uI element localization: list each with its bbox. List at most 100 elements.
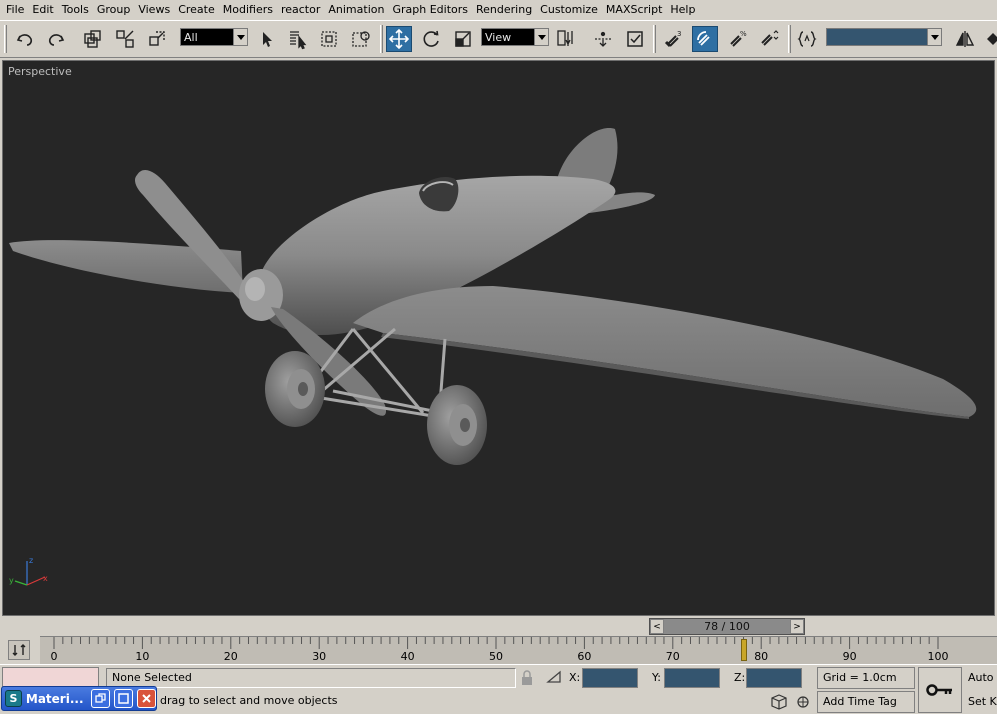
lock-selection-icon[interactable] — [520, 670, 534, 689]
object-color-swatch[interactable] — [2, 667, 99, 687]
next-frame-button[interactable]: > — [790, 619, 804, 634]
curve-editor-icon — [12, 644, 26, 656]
z-coordinate-field[interactable] — [746, 668, 802, 688]
prev-frame-button[interactable]: < — [650, 619, 664, 634]
y-coord-label: Y: — [652, 671, 661, 684]
bind-to-space-warp-button[interactable] — [144, 26, 170, 52]
viewport-label[interactable]: Perspective — [8, 65, 72, 78]
align-button[interactable] — [980, 26, 997, 52]
minimized-window-title: Materi... — [25, 691, 84, 706]
select-and-move-button[interactable] — [386, 26, 412, 52]
selection-filter-value: All — [184, 30, 198, 44]
menu-graph-editors[interactable]: Graph Editors — [388, 0, 472, 20]
svg-text:3: 3 — [677, 30, 681, 38]
current-time-marker[interactable] — [740, 639, 747, 661]
restore-icon — [95, 693, 106, 703]
reference-coordinate-value: View — [485, 30, 512, 44]
window-crossing-button[interactable] — [348, 26, 374, 52]
add-time-tag[interactable]: Add Time Tag — [817, 691, 915, 713]
ruler-tick-label: 50 — [489, 650, 503, 663]
menu-maxscript[interactable]: MAXScript — [602, 0, 666, 20]
ruler-tick-label: 80 — [754, 650, 769, 663]
next-frame-glyph: > — [793, 621, 801, 632]
axis-y-label: y — [9, 576, 14, 585]
set-key-button[interactable]: Set K — [964, 692, 997, 712]
minimized-material-editor[interactable]: S Materi... — [1, 686, 157, 711]
main-toolbar: All View 3 % — [0, 20, 997, 58]
select-by-name-button[interactable] — [285, 26, 311, 52]
time-slider[interactable]: < 78 / 100 > — [649, 618, 805, 635]
axis-z-label: z — [29, 556, 33, 565]
close-icon — [142, 694, 151, 703]
spinner-snap-toggle-button[interactable] — [756, 26, 782, 52]
track-bar: 0 10 20 30 40 50 60 70 80 90 100 — [0, 636, 997, 664]
select-and-link-button[interactable] — [80, 26, 106, 52]
menu-group[interactable]: Group — [93, 0, 135, 20]
menu-views[interactable]: Views — [134, 0, 174, 20]
key-icon — [926, 684, 952, 696]
menu-file[interactable]: File — [2, 0, 28, 20]
add-time-tag-cube-icon[interactable] — [770, 693, 788, 714]
close-button[interactable] — [137, 689, 156, 708]
maximize-button[interactable] — [114, 689, 134, 708]
chevron-down-icon — [927, 29, 941, 45]
unlink-selection-button[interactable] — [112, 26, 138, 52]
ruler-tick-label: 40 — [400, 650, 415, 663]
z-coord-label: Z: — [734, 671, 746, 684]
menu-tools[interactable]: Tools — [58, 0, 93, 20]
rectangular-selection-region-button[interactable] — [316, 26, 342, 52]
reference-coordinate-dropdown[interactable]: View — [481, 28, 549, 46]
selection-status: None Selected — [106, 668, 516, 688]
menu-animation[interactable]: Animation — [324, 0, 388, 20]
snaps-toggle-button[interactable]: 3 — [660, 26, 686, 52]
select-and-rotate-button[interactable] — [418, 26, 444, 52]
time-slider-bar: < 78 / 100 > — [0, 617, 997, 636]
mirror-button[interactable] — [952, 26, 978, 52]
angle-snap-toggle-button[interactable] — [692, 26, 718, 52]
menu-help[interactable]: Help — [666, 0, 699, 20]
percent-snap-toggle-button[interactable]: % — [724, 26, 750, 52]
menu-reactor[interactable]: reactor — [277, 0, 324, 20]
ruler-tick-label: 100 — [927, 650, 949, 663]
auto-key-button[interactable]: Auto K — [964, 668, 997, 688]
toolbar-grip — [788, 25, 791, 53]
named-selection-sets-dropdown[interactable] — [826, 28, 942, 46]
open-mini-curve-editor-button[interactable] — [8, 640, 30, 660]
menu-rendering[interactable]: Rendering — [472, 0, 536, 20]
x-coord-label: X: — [569, 671, 581, 684]
ruler-tick-label: 60 — [577, 650, 592, 663]
ruler-tick-label: 20 — [223, 650, 238, 663]
prev-frame-glyph: < — [653, 621, 661, 632]
select-manipulate-button[interactable] — [590, 26, 616, 52]
set-keys-button[interactable] — [918, 667, 962, 713]
svg-text:%: % — [740, 30, 747, 38]
select-object-button[interactable] — [254, 26, 280, 52]
undo-button[interactable] — [12, 26, 38, 52]
keyboard-shortcut-override-button[interactable] — [622, 26, 648, 52]
perspective-viewport[interactable]: Perspective z x y — [2, 60, 995, 616]
use-pivot-point-center-button[interactable] — [553, 26, 579, 52]
menu-modifiers[interactable]: Modifiers — [219, 0, 277, 20]
frame-ruler[interactable]: 0 10 20 30 40 50 60 70 80 90 100 — [40, 636, 997, 664]
select-and-scale-button[interactable] — [450, 26, 476, 52]
material-editor-icon: S — [5, 690, 22, 707]
redo-button[interactable] — [43, 26, 69, 52]
absolute-mode-transform-icon[interactable] — [546, 669, 564, 688]
x-coordinate-field[interactable] — [582, 668, 638, 688]
ruler-tick-label: 10 — [135, 650, 150, 663]
toolbar-grip — [380, 25, 383, 53]
prompt-line: drag to select and move objects — [160, 694, 338, 707]
menu-edit[interactable]: Edit — [28, 0, 57, 20]
axis-tripod-icon: z x y — [9, 556, 48, 586]
edit-named-selection-sets-button[interactable] — [794, 26, 820, 52]
selection-lock-icon[interactable] — [796, 695, 810, 712]
toolbar-grip — [4, 25, 7, 53]
ruler-tick-label: 70 — [665, 650, 680, 663]
restore-button[interactable] — [91, 689, 111, 708]
menu-create[interactable]: Create — [174, 0, 219, 20]
menu-customize[interactable]: Customize — [536, 0, 602, 20]
y-coordinate-field[interactable] — [664, 668, 720, 688]
chevron-down-icon — [534, 29, 548, 45]
menu-bar: File Edit Tools Group Views Create Modifiers re… — [0, 0, 997, 20]
selection-filter-dropdown[interactable]: All — [180, 28, 248, 46]
